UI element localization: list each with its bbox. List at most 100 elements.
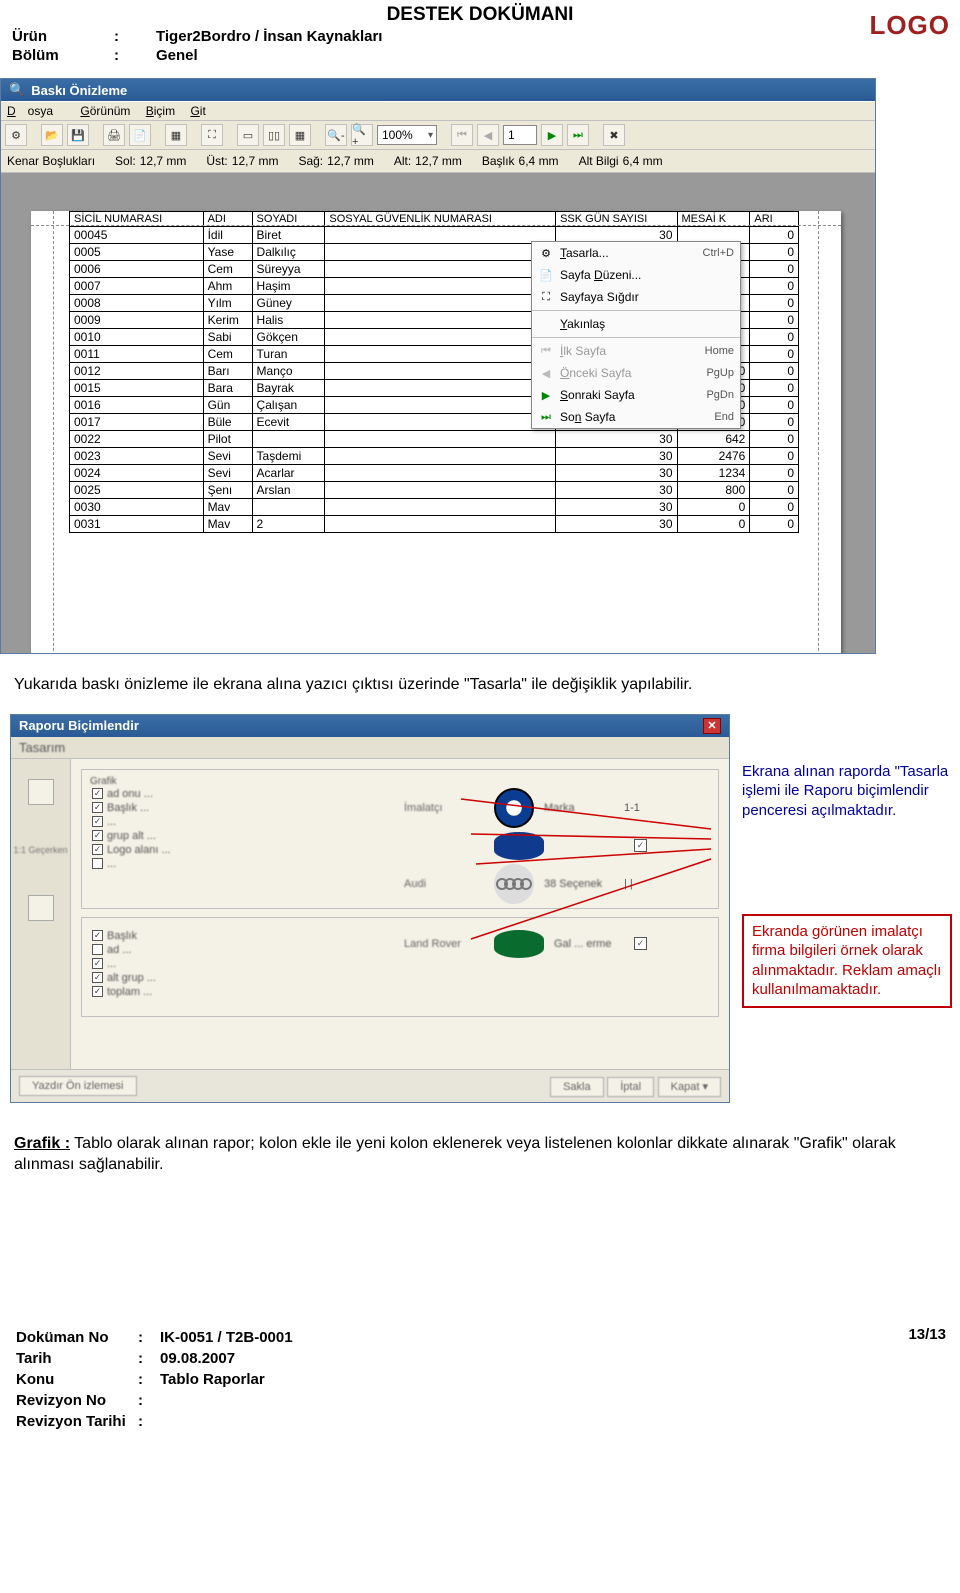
tool-button[interactable] [28,895,54,921]
ford-logo [494,832,544,860]
ctx-next-page[interactable]: ▶ Sonraki Sayfa PgDn [532,384,740,406]
menu-go[interactable]: Git [190,104,205,118]
section-value: Genel [156,47,390,64]
page-input[interactable]: 1 [503,125,537,145]
last-page-icon[interactable]: ⏭ [567,124,589,146]
first-page-icon: ⏮ [538,343,554,359]
open-icon[interactable]: 📂 [41,124,63,146]
margin-footer-value: 6,4 mm [623,154,663,168]
table-row: 0023SeviTaşdemi3024760 [70,448,799,465]
designer-window-title: Raporu Biçimlendir [19,718,139,733]
rev-tarih-value [160,1412,293,1431]
pagesetup-icon: 📄 [538,267,554,283]
designer-canvas: Grafik ✓ad onu ... ✓Başlık ... ✓... ✓gru… [71,759,729,1069]
menu-file[interactable]: Dosya [7,104,65,118]
col-header: ADI [203,212,252,227]
ctx-design[interactable]: ⚙ Tasarla... Ctrl+D [532,242,740,264]
twopage-icon[interactable]: ▯▯ [263,124,285,146]
tarih-value: 09.08.2007 [160,1349,293,1368]
page-number: 13/13 [908,1326,946,1343]
menu-format[interactable]: Biçim [146,104,175,118]
margin-bottom-label: Alt: [394,154,411,168]
zoom-combo[interactable]: 100% [377,125,437,145]
print-icon[interactable]: 🖨 [103,124,125,146]
menu-view[interactable]: Görünüm [80,104,130,118]
designer-section: Raporu Biçimlendir ✕ Tasarım 1:1 Geçerke… [0,714,960,1103]
ctx-fitpage[interactable]: ⛶ Sayfaya Sığdır [532,286,740,308]
dokuman-no-value: IK-0051 / T2B-0001 [160,1328,293,1347]
paragraph-1: Yukarıda baskı önizleme ile ekrana alına… [0,654,960,706]
next-page-icon: ▶ [538,387,554,403]
doc-title: DESTEK DOKÜMANI [10,4,950,26]
gear-icon: ⚙ [538,245,554,261]
designer-footer-button[interactable]: Yazdır Ön izlemesi [19,1076,137,1096]
col-header: MESAİ K [677,212,750,227]
col-header: SOYADI [252,212,325,227]
designer-tab[interactable]: Tasarım [19,740,65,755]
context-menu: ⚙ Tasarla... Ctrl+D 📄 Sayfa Düzeni... ⛶ … [531,241,741,429]
designer-footer: Yazdır Ön izlemesi Sakla İptal Kapat ▾ [11,1069,729,1102]
col-header: SİCİL NUMARASI [70,212,204,227]
first-page-icon[interactable]: ⏮ [451,124,473,146]
ctx-first-page: ⏮ İlk Sayfa Home [532,340,740,362]
grafik-text: Tablo olarak alınan rapor; kolon ekle il… [14,1135,896,1174]
bmw-logo [494,788,534,828]
preview-canvas: SİCİL NUMARASIADISOYADISOSYAL GÜVENLİK N… [1,173,875,653]
window-title: Baskı Önizleme [31,83,127,98]
tarih-label: Tarih [16,1349,136,1368]
blue-callout: Ekrana alınan raporda "Tasarla işlemi il… [742,762,952,821]
margin-bottom-value: 12,7 mm [415,154,462,168]
margin-top-value: 12,7 mm [232,154,279,168]
product-value: Tiger2Bordro / İnsan Kaynakları [156,28,390,45]
grid-icon[interactable]: ▦ [165,124,187,146]
table-row: 0031Mav23000 [70,516,799,533]
close-icon[interactable]: ✖ [603,124,625,146]
toolbar: ⚙ 📂 💾 🖨 📄 ▦ ⛶ ▭ ▯▯ ▦ 🔍- 🔍+ 100% ⏮ ◀ 1 ▶ … [1,121,875,150]
design-icon[interactable]: ⚙ [5,124,27,146]
margin-left-label: Sol: [115,154,136,168]
table-row: 0022Pilot306420 [70,431,799,448]
konu-label: Konu [16,1370,136,1389]
tool-button[interactable] [28,779,54,805]
save-icon[interactable]: 💾 [67,124,89,146]
logo-text: LOGO [869,10,950,41]
col-header: SOSYAL GÜVENLİK NUMARASI [325,212,556,227]
prev-page-icon[interactable]: ◀ [477,124,499,146]
cancel-button[interactable]: İptal [607,1077,654,1097]
col-header: SSK GÜN SAYISI [556,212,677,227]
prev-page-icon: ◀ [538,365,554,381]
page-footer: 13/13 Doküman No:IK-0051 / T2B-0001 Tari… [0,1186,960,1449]
margins-caption: Kenar Boşlukları [7,154,95,168]
rev-tarih-label: Revizyon Tarihi [16,1412,136,1431]
page-header: DESTEK DOKÜMANI LOGO Ürün : Tiger2Bordro… [0,0,960,72]
ctx-prev-page: ◀ Önceki Sayfa PgUp [532,362,740,384]
ctx-design-shortcut: Ctrl+D [703,247,734,259]
singlepage-icon[interactable]: ▭ [237,124,259,146]
zoomin-icon[interactable]: 🔍+ [351,124,373,146]
red-callout: Ekranda görünen imalatçı firma bilgileri… [742,914,952,1008]
section-label: Bölüm [12,47,112,64]
multipage-icon[interactable]: ▦ [289,124,311,146]
margin-right-value: 12,7 mm [327,154,374,168]
konu-value: Tablo Raporlar [160,1370,293,1389]
ctx-zoom-in[interactable]: Yakınlaş [532,313,740,335]
ctx-last-page[interactable]: ⏭ Son Sayfa End [532,406,740,428]
close-button[interactable]: ✕ [703,718,721,734]
margin-header-label: Başlık [482,154,515,168]
rev-no-value [160,1391,293,1410]
table-row: 0025ŞenıArslan308000 [70,482,799,499]
zoomout-icon[interactable]: 🔍- [325,124,347,146]
margin-header-value: 6,4 mm [519,154,559,168]
ctx-pagesetup[interactable]: 📄 Sayfa Düzeni... [532,264,740,286]
pagesetup-icon[interactable]: 📄 [129,124,151,146]
rev-no-label: Revizyon No [16,1391,136,1410]
col-header: ARI [750,212,799,227]
margin-bar: Kenar Boşlukları Sol:12,7 mm Üst:12,7 mm… [1,150,875,173]
fitpage-icon[interactable]: ⛶ [201,124,223,146]
designer-tabs: Tasarım [11,737,729,759]
close-button[interactable]: Kapat ▾ [658,1077,721,1097]
last-page-icon: ⏭ [538,409,554,425]
dokuman-no-label: Doküman No [16,1328,136,1347]
next-page-icon[interactable]: ▶ [541,124,563,146]
save-button[interactable]: Sakla [550,1077,604,1097]
